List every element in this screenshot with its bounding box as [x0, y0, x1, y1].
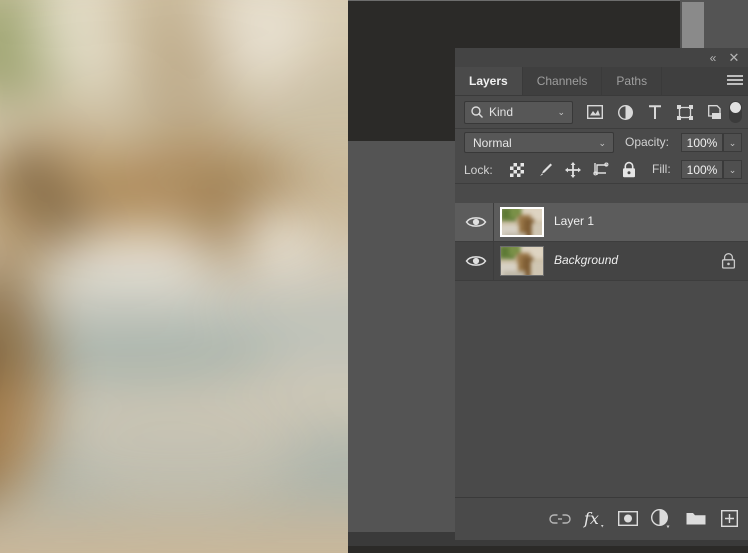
- blend-mode-value: Normal: [473, 136, 512, 150]
- new-group-button[interactable]: [681, 506, 711, 532]
- lock-label: Lock:: [464, 163, 493, 177]
- layer-name[interactable]: Layer 1: [554, 214, 594, 228]
- filter-pixel-icon[interactable]: [580, 96, 610, 128]
- lock-artboard-icon[interactable]: [587, 157, 615, 183]
- lock-position-icon[interactable]: [559, 157, 587, 183]
- filter-toggle-switch[interactable]: [729, 101, 742, 123]
- svg-text:fx: fx: [583, 509, 599, 528]
- layer-thumbnail[interactable]: [500, 246, 544, 276]
- add-layer-mask-button[interactable]: [613, 506, 643, 532]
- filter-type-icons: [580, 96, 730, 128]
- fill-chevron-icon[interactable]: ⌄: [723, 160, 742, 179]
- filter-smart-object-icon[interactable]: [700, 96, 730, 128]
- visibility-divider: [493, 203, 494, 241]
- lock-icons: [503, 157, 643, 183]
- layer-thumbnail[interactable]: [500, 207, 544, 237]
- layer-locked-icon[interactable]: [721, 253, 736, 269]
- fill-label: Fill:: [652, 162, 671, 176]
- filter-shape-icon[interactable]: [670, 96, 700, 128]
- layer-row-background[interactable]: Background: [455, 242, 748, 281]
- new-layer-button[interactable]: [715, 506, 745, 532]
- layer-visibility-icon[interactable]: [465, 214, 487, 230]
- tab-layers[interactable]: Layers: [455, 67, 523, 95]
- panel-menu-icon[interactable]: [727, 75, 743, 87]
- blend-mode-row: Normal ⌄ Opacity: 100% ⌄: [455, 129, 748, 157]
- tab-channels[interactable]: Channels: [523, 67, 603, 95]
- panel-titlebar: « ✕: [455, 48, 748, 67]
- document-canvas-photo: [0, 0, 348, 553]
- opacity-input[interactable]: 100%: [681, 133, 723, 152]
- filter-toggle-knob: [730, 102, 741, 113]
- lock-transparency-icon[interactable]: [503, 157, 531, 183]
- visibility-divider: [493, 242, 494, 280]
- blend-mode-select[interactable]: Normal ⌄: [464, 132, 614, 153]
- chevron-down-icon: ⌄: [557, 107, 565, 117]
- link-layers-button[interactable]: [545, 506, 575, 532]
- opacity-label: Opacity:: [625, 135, 670, 149]
- layer-visibility-icon[interactable]: [465, 253, 487, 269]
- opacity-chevron-icon[interactable]: ⌄: [723, 133, 742, 152]
- layer-style-fx-button[interactable]: fx: [579, 506, 609, 532]
- new-adjustment-layer-button[interactable]: [647, 506, 677, 532]
- search-icon: [470, 105, 484, 119]
- chevron-down-icon: ⌄: [598, 138, 606, 148]
- filter-kind-label: Kind: [489, 105, 514, 119]
- layer-name[interactable]: Background: [554, 253, 618, 267]
- panel-tabbar: Layers Channels Paths: [455, 67, 748, 96]
- filter-kind-select[interactable]: Kind ⌄: [464, 101, 573, 124]
- layers-panel: « ✕ Layers Channels Paths Kind ⌄ Normal …: [455, 48, 748, 540]
- layer-list: Layer 1 Background: [455, 203, 748, 498]
- panel-resize-grip[interactable]: [455, 534, 748, 540]
- lock-image-icon[interactable]: [531, 157, 559, 183]
- close-panel-icon[interactable]: ✕: [726, 51, 742, 65]
- fill-input[interactable]: 100%: [681, 160, 723, 179]
- lock-all-icon[interactable]: [615, 157, 643, 183]
- collapse-panel-icon[interactable]: «: [704, 51, 720, 65]
- filter-type-icon[interactable]: [640, 96, 670, 128]
- lock-row: Lock: Fill: 100% ⌄: [455, 157, 748, 184]
- photo-blur-layer: [0, 0, 348, 553]
- layer-filter-row: Kind ⌄: [455, 96, 748, 129]
- filter-adjustment-icon[interactable]: [610, 96, 640, 128]
- tab-paths[interactable]: Paths: [602, 67, 663, 95]
- layer-row-layer-1[interactable]: Layer 1: [455, 203, 748, 242]
- workspace-bottom-edge: [348, 546, 748, 553]
